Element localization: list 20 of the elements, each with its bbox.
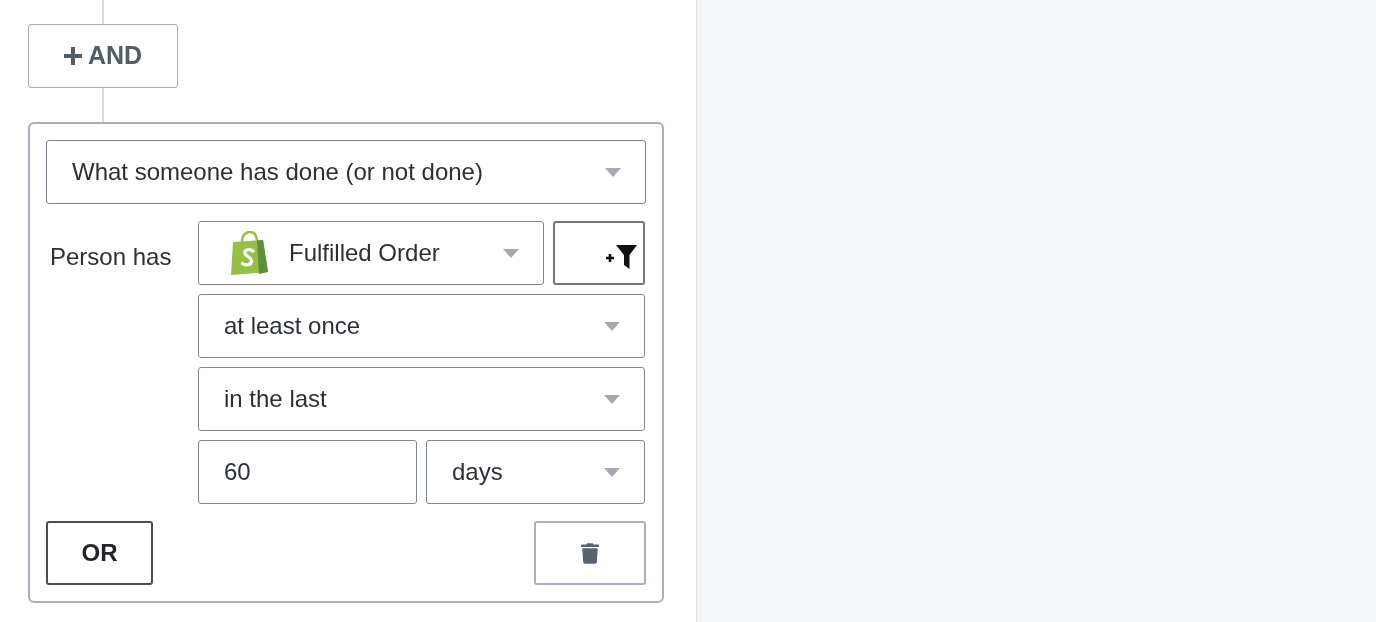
caret-icon bbox=[605, 167, 621, 177]
caret-icon bbox=[604, 467, 620, 477]
shopping-bag-icon bbox=[229, 231, 269, 275]
person-has-label: Person has bbox=[50, 243, 172, 270]
caret-icon bbox=[604, 321, 620, 331]
add-and-button[interactable]: AND bbox=[28, 24, 178, 88]
time-unit-dropdown[interactable]: days bbox=[426, 440, 645, 504]
days-count-input[interactable]: 60 bbox=[198, 440, 417, 504]
timeframe-dropdown[interactable]: in the last bbox=[198, 367, 645, 431]
delete-button[interactable] bbox=[534, 521, 646, 585]
frequency-dropdown[interactable]: at least once bbox=[198, 294, 645, 358]
condition-type-dropdown[interactable]: What someone has done (or not done) bbox=[46, 140, 646, 204]
or-button[interactable]: OR bbox=[46, 521, 153, 585]
caret-icon bbox=[503, 248, 519, 258]
event-dropdown[interactable]: Fulfilled Order bbox=[198, 221, 544, 285]
caret-icon bbox=[604, 394, 620, 404]
add-filter-button[interactable] bbox=[553, 221, 645, 285]
plus-icon bbox=[63, 47, 82, 65]
filter-plus-icon bbox=[603, 245, 637, 269]
trash-icon bbox=[581, 542, 599, 564]
